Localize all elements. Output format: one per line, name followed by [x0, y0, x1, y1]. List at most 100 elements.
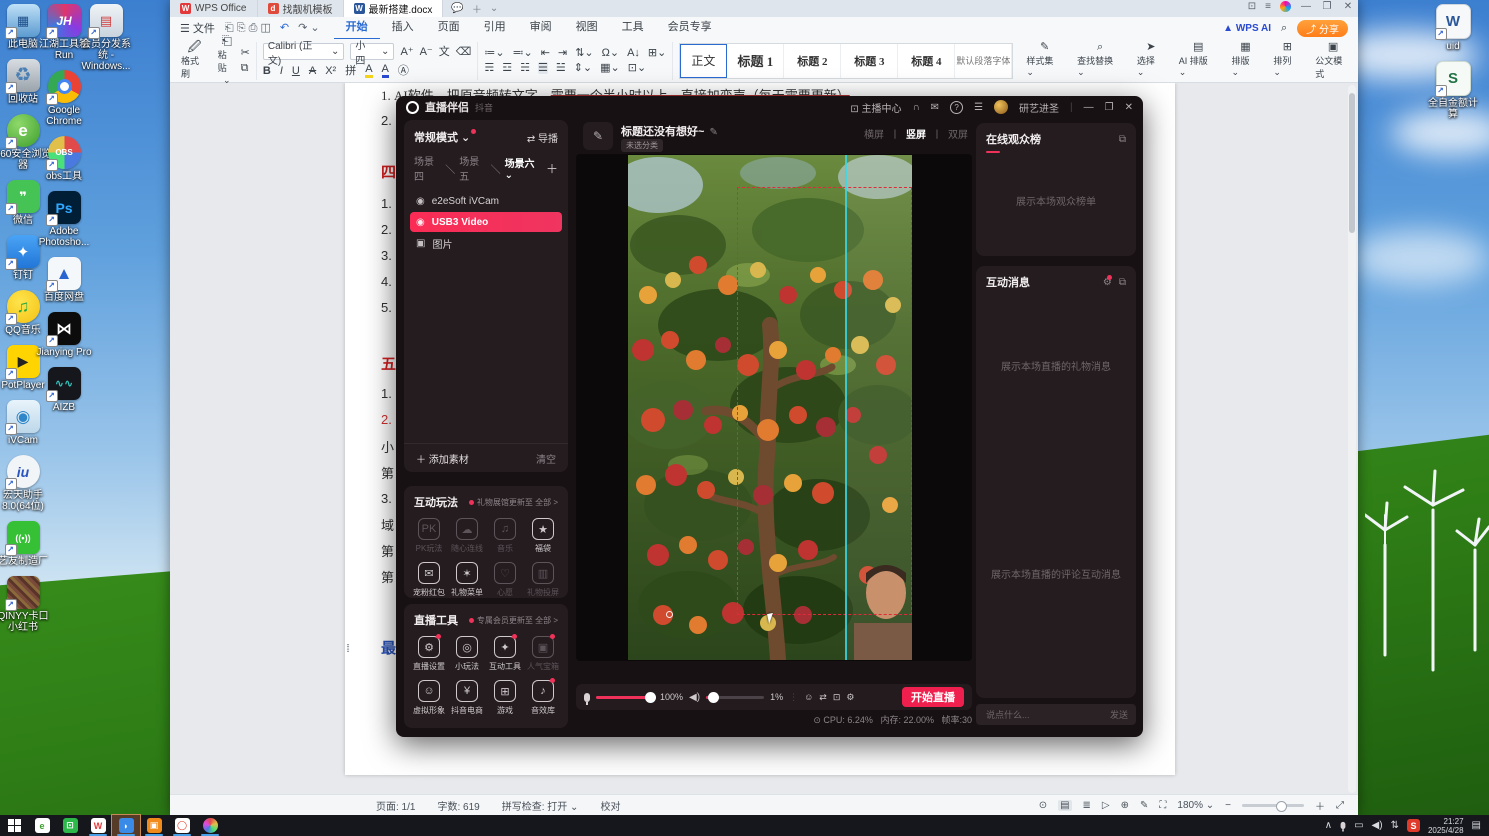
format-painter-button[interactable]: 🖉 格式刷: [176, 40, 213, 80]
desktop-icon-member[interactable]: ▤ ↗ 会员分发系统 -Windows...: [77, 4, 135, 72]
messages-settings-icon[interactable]: ⚙: [1103, 274, 1112, 288]
mode-select[interactable]: 常规模式 ⌄: [414, 129, 477, 145]
feature-compass[interactable]: ◎ 小玩法: [448, 636, 486, 672]
sogou-input-icon[interactable]: S: [1406, 819, 1420, 832]
feature-puzzle[interactable]: ✦ 互动工具: [486, 634, 524, 672]
feature-gift-menu[interactable]: ✶ 礼物菜单: [448, 562, 486, 598]
preview-eye-icon[interactable]: ⊙: [1039, 800, 1047, 811]
ribbon-排列-button[interactable]: ⊞ 排列 ⌄: [1266, 41, 1308, 80]
live-close-button[interactable]: ✕: [1125, 102, 1133, 113]
bold-button[interactable]: B: [263, 65, 271, 77]
feature-lucky-bag[interactable]: ★ 福袋: [524, 518, 562, 554]
feature-gift-chart[interactable]: ▥ 礼物投屏: [524, 562, 562, 598]
menu-more-icon[interactable]: ≡: [1265, 1, 1271, 12]
edit-pen-icon[interactable]: ✎: [1140, 800, 1148, 811]
strikethrough-button[interactable]: A: [309, 65, 316, 77]
popout-icon[interactable]: ⧉: [1119, 134, 1126, 145]
style-box[interactable]: 正文: [680, 43, 728, 78]
taskbar-media-disc[interactable]: [196, 815, 224, 836]
shading-icon[interactable]: ▦⌄: [600, 62, 620, 74]
zoom-slider[interactable]: [1242, 800, 1304, 812]
quick-access-toolbar[interactable]: ⎗ ⎘ ⎙ ◫ ↶ ↷ ⌄: [225, 21, 320, 35]
settings-gear-icon[interactable]: ⚙: [846, 692, 854, 703]
feature-sound[interactable]: ♪ 音效库: [524, 678, 562, 716]
wps-tab[interactable]: W 最新搭建.docx: [343, 0, 444, 17]
feature-pk[interactable]: PK PK玩法: [410, 518, 448, 554]
paragraph-drag-handle[interactable]: ⁞⁞: [346, 643, 350, 655]
align-justify-icon[interactable]: ☰: [537, 62, 548, 74]
desktop-icon-aizb[interactable]: ∿∿ ↗ AIZB: [35, 367, 93, 413]
tools-update-badge[interactable]: 专属会员更新至 全部 >: [468, 615, 558, 626]
pinyin-button[interactable]: 拼: [345, 65, 356, 77]
copy-icon[interactable]: ⧉: [241, 62, 250, 74]
interact-update-badge[interactable]: 礼物展馆更新至 全部 >: [468, 497, 558, 508]
increase-font-icon[interactable]: A⁺: [400, 46, 413, 58]
tray-mic-icon[interactable]: [1340, 821, 1346, 832]
pencil-icon[interactable]: ✎: [709, 127, 717, 138]
outer-border-icon[interactable]: ⊡⌄: [628, 62, 646, 74]
orientation-横屏[interactable]: 横屏: [864, 126, 884, 141]
superscript-button[interactable]: X²: [325, 65, 336, 77]
highlight-color-button[interactable]: A: [365, 63, 373, 78]
wps-maximize-button[interactable]: ❐: [1321, 1, 1333, 12]
comment-icon[interactable]: 💬: [451, 3, 463, 14]
read-mode-icon[interactable]: ▷: [1102, 800, 1110, 811]
menu-视图[interactable]: 视图: [564, 17, 610, 40]
text-direction-icon[interactable]: ⇅⌄: [575, 47, 593, 59]
ribbon-查找替换-button[interactable]: ⌕ 查找替换 ⌄: [1070, 41, 1130, 80]
source-item[interactable]: ▣ 图片: [410, 233, 562, 253]
fit-page-icon[interactable]: ⛶: [1159, 800, 1166, 811]
proofread-button[interactable]: 校对: [600, 798, 620, 813]
zoom-level[interactable]: 180% ⌄: [1177, 800, 1214, 811]
paste-button[interactable]: ⎗ 粘贴 ⌄: [213, 34, 241, 86]
feature-cart[interactable]: ¥ 抖音电商: [448, 680, 486, 716]
taskbar-obs-studio[interactable]: ◯: [168, 815, 196, 836]
mic-volume-slider[interactable]: [596, 691, 656, 703]
menu-审阅[interactable]: 审阅: [518, 17, 564, 40]
sort-icon[interactable]: A↓: [627, 47, 640, 59]
clear-format-icon[interactable]: ⌫: [456, 46, 472, 58]
taskbar-green-video-app[interactable]: ⊡: [56, 815, 84, 836]
live-maximize-button[interactable]: ❐: [1105, 102, 1114, 113]
wps-ai-button[interactable]: ▲ WPS AI: [1223, 23, 1271, 34]
style-box[interactable]: 标题 3: [841, 43, 899, 78]
director-button[interactable]: ⇄ 导播: [527, 130, 558, 145]
start-streaming-button[interactable]: 开始直播: [902, 687, 964, 707]
tray-display-icon[interactable]: ▭: [1354, 820, 1363, 831]
stream-title[interactable]: 标题还没有想好~ ✎: [621, 123, 718, 139]
wps-tab[interactable]: d 找靓机模板: [258, 0, 344, 17]
feature-link[interactable]: ☁ 随心连线: [448, 518, 486, 554]
camera-preview[interactable]: [613, 155, 918, 668]
menu-页面[interactable]: 页面: [426, 17, 472, 40]
ribbon-AI 排版-button[interactable]: ▤ AI 排版 ⌄: [1172, 41, 1225, 80]
anchor-center-button[interactable]: ⊡ 主播中心: [850, 100, 901, 115]
wps-tab[interactable]: W WPS Office: [170, 0, 258, 17]
zoom-knob[interactable]: [1276, 800, 1288, 812]
scene-tab-场景六[interactable]: 场景六 ⌄: [505, 155, 542, 181]
scene-tab-场景四[interactable]: 场景四: [414, 153, 441, 183]
tray-network-icon[interactable]: ⇅: [1391, 820, 1399, 831]
tray-clock[interactable]: 21:27 2025/4/28: [1428, 817, 1464, 835]
microphone-icon[interactable]: [584, 692, 590, 705]
search-icon[interactable]: ⌕: [1281, 22, 1287, 35]
distribute-icon[interactable]: ☱: [556, 62, 566, 74]
layout-switch-icon[interactable]: ⊡: [1248, 1, 1256, 12]
menu-引用[interactable]: 引用: [472, 17, 518, 40]
desktop-icon-excel[interactable]: S ↗ 全自金额计算: [1424, 61, 1482, 120]
hamburger-menu-icon[interactable]: ☰: [974, 102, 983, 113]
word-count[interactable]: 字数: 619: [437, 798, 479, 813]
ribbon-选择-button[interactable]: ➤ 选择 ⌄: [1130, 41, 1172, 80]
feature-wish[interactable]: ♡ 心愿: [486, 562, 524, 598]
add-material-button[interactable]: ＋ 添加素材: [416, 451, 469, 466]
taskbar-wps-office[interactable]: W: [84, 815, 112, 836]
orientation-双屏[interactable]: 双屏: [948, 126, 968, 141]
tray-expand-icon[interactable]: ∧: [1325, 820, 1332, 831]
align-center-icon[interactable]: ☲: [502, 62, 512, 74]
split-guide-line[interactable]: [845, 155, 847, 660]
document-scrollbar[interactable]: [1348, 85, 1356, 793]
fullscreen-icon[interactable]: ⤢: [1336, 800, 1344, 811]
menu-插入[interactable]: 插入: [380, 17, 426, 40]
desktop-icon-jy[interactable]: ⋈ ↗ Jianying Pro: [35, 312, 93, 358]
notification-center-icon[interactable]: ▤: [1472, 820, 1481, 831]
cut-icon[interactable]: ✂: [241, 47, 250, 59]
